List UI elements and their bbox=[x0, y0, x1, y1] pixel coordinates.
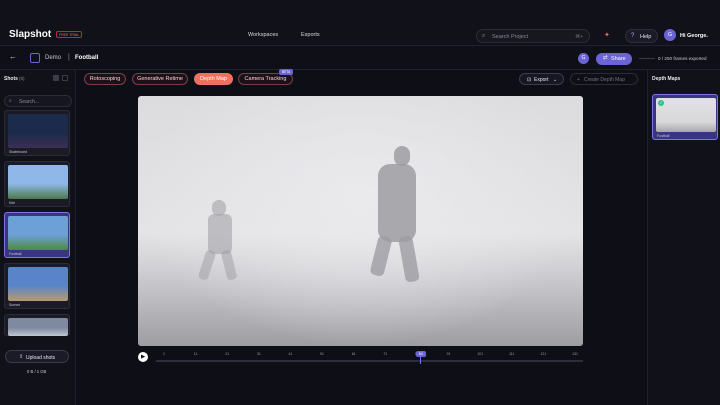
playhead-line bbox=[420, 357, 422, 364]
play-icon: ▶ bbox=[141, 353, 146, 360]
shot-name: Kite bbox=[9, 201, 16, 205]
timeline-tick: 11 bbox=[193, 352, 198, 356]
runner-figure bbox=[208, 214, 232, 254]
depth-map-thumbnail bbox=[656, 98, 716, 132]
collaborator-avatar[interactable]: G bbox=[578, 53, 589, 64]
grid-view-icon[interactable] bbox=[53, 75, 59, 81]
timeline-tick: 21 bbox=[225, 352, 230, 356]
timeline-tick: 131 bbox=[572, 352, 578, 356]
search-shortcut: ⌘+ bbox=[575, 34, 583, 40]
upload-shots-button[interactable]: ⇪ Upload shots bbox=[5, 350, 69, 363]
timeline-track[interactable] bbox=[156, 360, 583, 362]
search-placeholder: Search Project bbox=[492, 34, 529, 40]
chevron-down-icon[interactable]: ⌄ bbox=[705, 33, 709, 39]
timeline-scrubber[interactable]: 1112131415161718191101111121131 84 bbox=[156, 351, 583, 365]
help-label: Help bbox=[640, 34, 652, 40]
shot-card[interactable]: Sunset bbox=[4, 263, 70, 309]
export-button[interactable]: ⊡ Export ⌄ bbox=[519, 73, 564, 85]
timeline-tick: 41 bbox=[288, 352, 293, 356]
shot-name: Football bbox=[9, 252, 22, 256]
breadcrumb-project[interactable]: Demo bbox=[45, 55, 61, 61]
shot-thumbnail bbox=[8, 216, 68, 250]
breadcrumb-separator: | bbox=[68, 54, 70, 61]
nav-exports[interactable]: Exports bbox=[301, 32, 320, 38]
plus-icon: + bbox=[577, 76, 580, 83]
timeline-tick: 121 bbox=[540, 352, 547, 356]
shot-thumbnail bbox=[8, 165, 68, 199]
shot-thumbnail bbox=[8, 267, 68, 301]
create-depth-map-button[interactable]: + Create Depth Map bbox=[570, 73, 638, 85]
back-arrow-icon[interactable]: ← bbox=[9, 52, 17, 61]
create-depth-map-label: Create Depth Map bbox=[584, 77, 625, 83]
tab-rotoscoping[interactable]: Rotoscoping bbox=[84, 73, 126, 85]
shot-thumbnail bbox=[8, 114, 68, 148]
depth-map-item[interactable]: ✓ Football bbox=[652, 94, 718, 140]
avatar[interactable]: G bbox=[664, 29, 676, 41]
shot-thumbnail bbox=[8, 318, 68, 336]
depth-maps-panel: Depth Maps ✓ Football bbox=[647, 70, 720, 405]
timeline-tick: 1 bbox=[163, 352, 165, 356]
breadcrumb-shot: Football bbox=[75, 55, 99, 61]
timeline-tick: 91 bbox=[446, 352, 451, 356]
notification-icon[interactable]: ✦ bbox=[604, 31, 614, 41]
lock-icon: ⊡ bbox=[527, 76, 532, 83]
play-button[interactable]: ▶ bbox=[138, 352, 148, 362]
plan-badge: FREE TRIAL bbox=[56, 31, 83, 38]
frames-progress-track bbox=[639, 58, 655, 59]
timeline-tick: 31 bbox=[256, 352, 261, 356]
fog-overlay bbox=[138, 96, 583, 346]
user-greeting[interactable]: Hi George bbox=[680, 33, 706, 39]
shots-sidebar: Shots (5) ⌕ Search... Skateboard Kite Foot… bbox=[0, 70, 76, 405]
list-view-icon[interactable] bbox=[62, 75, 68, 81]
app-logo[interactable]: Slapshot bbox=[9, 29, 51, 40]
new-badge: BETA bbox=[279, 69, 293, 75]
shots-search-placeholder: Search... bbox=[19, 99, 40, 105]
breadcrumb-bar: ← Demo | Football G ⇄ Share 0 / 250 fram… bbox=[0, 46, 720, 70]
depth-maps-title: Depth Maps bbox=[652, 76, 681, 82]
runner-figure bbox=[378, 164, 416, 242]
timeline-tick: 51 bbox=[320, 352, 325, 356]
frames-exported: 0 / 250 frames exported bbox=[658, 56, 707, 61]
runner-figure bbox=[394, 146, 410, 166]
shot-name: Sunset bbox=[9, 303, 20, 307]
help-icon: ? bbox=[631, 33, 635, 39]
shot-card[interactable]: Football bbox=[4, 212, 70, 258]
depth-map-name: Football bbox=[657, 134, 670, 138]
timeline-tick: 111 bbox=[509, 352, 515, 356]
shots-count: (5) bbox=[19, 76, 25, 81]
help-button[interactable]: ? Help bbox=[625, 29, 658, 43]
shot-card[interactable]: Kite bbox=[4, 161, 70, 207]
export-label: Export bbox=[534, 77, 549, 83]
shots-search-input[interactable]: ⌕ Search... bbox=[4, 95, 72, 107]
share-button[interactable]: ⇄ Share bbox=[596, 53, 632, 65]
share-label: Share bbox=[611, 56, 626, 62]
upload-icon: ⇪ bbox=[19, 354, 24, 360]
search-icon: ⌕ bbox=[482, 33, 486, 39]
timeline-tick: 101 bbox=[477, 352, 484, 356]
check-icon: ✓ bbox=[658, 100, 664, 106]
tab-generative-retime[interactable]: Generative Retime bbox=[132, 73, 188, 85]
nav-workspaces[interactable]: Workspaces bbox=[248, 32, 278, 38]
shot-card[interactable]: Skateboard bbox=[4, 110, 70, 156]
chevron-down-icon: ⌄ bbox=[553, 77, 558, 83]
shot-card[interactable] bbox=[4, 314, 70, 336]
share-icon: ⇄ bbox=[603, 55, 608, 61]
top-bar: Slapshot FREE TRIAL Workspaces Exports ⌕… bbox=[0, 0, 720, 46]
search-icon: ⌕ bbox=[9, 98, 12, 104]
shots-title: Shots bbox=[4, 76, 18, 82]
timeline-tick: 61 bbox=[351, 352, 356, 356]
shot-name: Skateboard bbox=[9, 150, 27, 154]
timeline-tick: 71 bbox=[383, 352, 388, 356]
depth-map-viewer[interactable] bbox=[138, 96, 583, 346]
storage-usage: 0 B / 1 GB bbox=[27, 369, 47, 374]
playhead-frame[interactable]: 84 bbox=[415, 351, 426, 357]
project-icon bbox=[30, 53, 40, 63]
upload-label: Upload shots bbox=[26, 354, 56, 361]
tab-depth-map[interactable]: Depth Map bbox=[194, 73, 233, 85]
search-input[interactable]: ⌕ Search Project ⌘+ bbox=[476, 29, 590, 43]
